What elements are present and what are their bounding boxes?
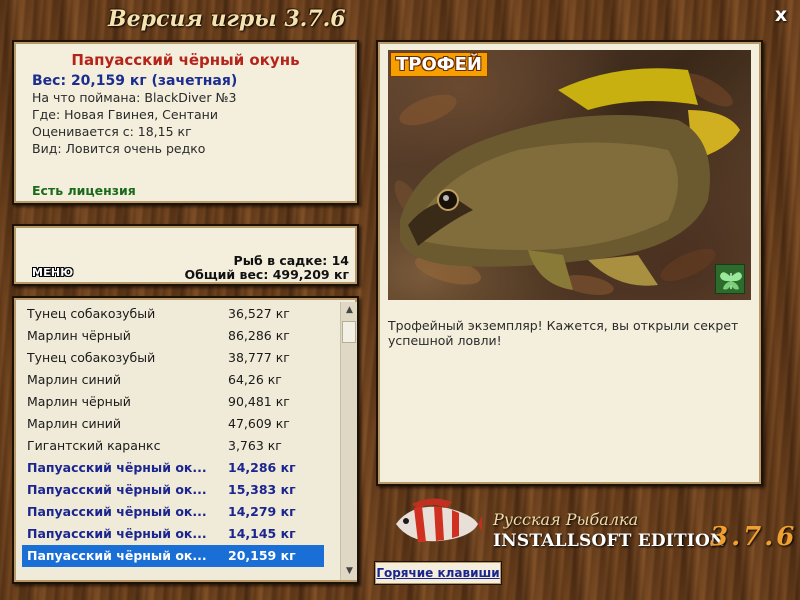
list-item-name: Тунец собакозубый <box>27 350 156 365</box>
fish-illustration-icon <box>394 68 740 295</box>
catch-list[interactable]: Тунец собакозубый 36,527 кг Марлин чёрный 8… <box>22 303 324 567</box>
list-item-name: Папуасский чёрный ок... <box>27 482 207 497</box>
menu-button[interactable]: МЕНЮ <box>32 266 73 279</box>
catch-list-panel: Тунец собакозубый 36,527 кг Марлин чёрный 8… <box>12 296 359 584</box>
list-item[interactable]: Тунец собакозубый 38,777 кг <box>22 347 324 369</box>
logo-version: 3.7.6 <box>710 522 798 552</box>
list-item-weight: 3,763 кг <box>228 438 282 453</box>
fish-name: Папуасский чёрный окунь <box>71 51 300 69</box>
list-item-weight: 47,609 кг <box>228 416 290 431</box>
trophy-description: Трофейный экземпляр! Кажется, вы открыли… <box>388 318 739 348</box>
fish-valued-from: Оценивается с: 18,15 кг <box>32 124 192 139</box>
logo-fish-icon <box>396 498 482 542</box>
list-item-weight: 38,777 кг <box>228 350 290 365</box>
title-bar: Версия игры 3.7.6 x <box>0 0 800 36</box>
keepnet-count: Рыб в садке: 14 <box>233 253 349 268</box>
list-item-name: Папуасский чёрный ок... <box>27 504 207 519</box>
list-item-name: Марлин синий <box>27 372 122 387</box>
butterfly-icon[interactable] <box>715 264 745 294</box>
list-item-weight: 14,286 кг <box>228 460 296 475</box>
list-item[interactable]: Марлин чёрный 86,286 кг <box>22 325 324 347</box>
list-item-name: Папуасский чёрный ок... <box>27 460 207 475</box>
trophy-badge: ТРОФЕЙ <box>390 52 488 77</box>
list-item[interactable]: Папуасский чёрный ок... 15,383 кг <box>22 479 324 501</box>
close-button[interactable]: x <box>770 4 792 26</box>
list-item-weight: 90,481 кг <box>228 394 290 409</box>
list-item-name: Тунец собакозубый <box>27 306 156 321</box>
list-item[interactable]: Папуасский чёрный ок... 14,279 кг <box>22 501 324 523</box>
list-item-name: Папуасский чёрный ок... <box>27 526 207 541</box>
list-item-name: Марлин синий <box>27 416 122 431</box>
list-item[interactable]: Тунец собакозубый 36,527 кг <box>22 303 324 325</box>
list-item[interactable]: Марлин синий 47,609 кг <box>22 413 324 435</box>
keepnet-panel: МЕНЮ Рыб в садке: 14 Общий вес: 499,209 … <box>12 224 359 286</box>
list-item-weight: 86,286 кг <box>228 328 290 343</box>
list-item-weight: 20,159 кг <box>228 548 296 563</box>
fish-rarity: Вид: Ловится очень редко <box>32 141 206 156</box>
list-item-weight: 14,279 кг <box>228 504 296 519</box>
list-item-name: Марлин чёрный <box>27 394 131 409</box>
list-item[interactable]: Папуасский чёрный ок... 14,286 кг <box>22 457 324 479</box>
list-item-weight: 14,145 кг <box>228 526 296 541</box>
logo-title: Русская Рыбалка <box>493 510 639 529</box>
scroll-up-icon[interactable]: ▲ <box>341 302 358 319</box>
keepnet-total-weight: Общий вес: 499,209 кг <box>184 267 350 282</box>
fish-location: Где: Новая Гвинея, Сентани <box>32 107 218 122</box>
list-item-name: Гигантский каранкс <box>27 438 161 453</box>
window-title: Версия игры 3.7.6 <box>108 6 346 32</box>
logo-edition: INSTALLSOFT EDITION <box>493 531 726 551</box>
fish-weight: Вес: 20,159 кг (зачетная) <box>32 73 238 89</box>
list-item-weight: 15,383 кг <box>228 482 296 497</box>
trophy-photo-panel: ТРОФЕЙ Трофейный экземпляр! Кажется, вы … <box>376 40 763 486</box>
list-item[interactable]: Гигантский каранкс 3,763 кг <box>22 435 324 457</box>
list-item-weight: 64,26 кг <box>228 372 282 387</box>
list-item-name: Папуасский чёрный ок... <box>27 548 207 563</box>
list-scrollbar[interactable]: ▲ ▼ <box>340 302 357 580</box>
license-status: Есть лицензия <box>32 183 136 198</box>
list-item[interactable]: Марлин чёрный 90,481 кг <box>22 391 324 413</box>
list-item[interactable]: Марлин синий 64,26 кг <box>22 369 324 391</box>
scroll-thumb[interactable] <box>342 321 356 343</box>
fish-bait: На что поймана: BlackDiver №3 <box>32 90 237 105</box>
scroll-down-icon[interactable]: ▼ <box>341 563 358 580</box>
list-item[interactable]: Папуасский чёрный ок... 20,159 кг <box>22 545 324 567</box>
fish-photo: ТРОФЕЙ <box>388 50 751 300</box>
fish-info-panel: Папуасский чёрный окунь Вес: 20,159 кг (… <box>12 40 359 205</box>
list-item-name: Марлин чёрный <box>27 328 131 343</box>
hotkeys-button[interactable]: Горячие клавиши <box>374 561 502 585</box>
list-item-weight: 36,527 кг <box>228 306 290 321</box>
list-item[interactable]: Папуасский чёрный ок... 14,145 кг <box>22 523 324 545</box>
